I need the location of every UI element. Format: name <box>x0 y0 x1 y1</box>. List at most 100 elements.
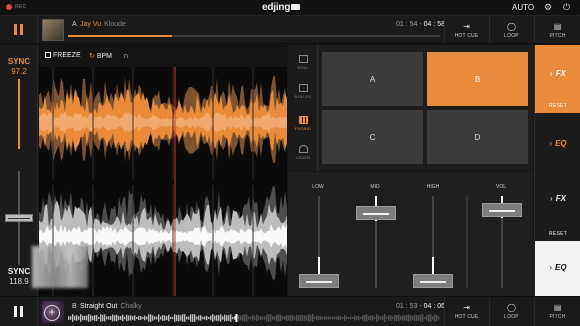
deck-b-eq-button[interactable]: › EQ <box>535 241 580 296</box>
overview-bar <box>76 315 78 321</box>
overview-bar <box>292 315 294 321</box>
deck-b-overview-waveform[interactable] <box>68 314 440 322</box>
overview-bar <box>178 314 180 322</box>
pad-mode-roll[interactable]: ROLL <box>288 55 318 70</box>
overview-bar <box>158 314 160 322</box>
pad-mode-fxgrid-label: FXGRID <box>294 126 312 131</box>
blurred-overlay <box>32 246 88 288</box>
overview-bar <box>200 315 202 321</box>
deck-a-artist: Kloude <box>104 21 126 28</box>
deck-b-reset-button[interactable]: RESET <box>535 231 580 237</box>
overview-bar <box>384 314 386 322</box>
deck-a-eq-button[interactable]: › EQ <box>535 115 580 171</box>
overview-bar <box>428 314 430 322</box>
overview-bar <box>142 316 144 320</box>
eq-low-knob[interactable] <box>299 273 339 288</box>
deck-b-hot-cue-button[interactable]: ⇥ HOT CUE <box>444 297 488 326</box>
overview-bar <box>86 315 88 321</box>
freeze-button[interactable]: FREEZE <box>45 52 81 59</box>
overview-bar <box>120 316 122 320</box>
deck-a-pitch-button[interactable]: ▤ PITCH <box>534 16 580 43</box>
overview-bar <box>390 315 392 321</box>
gear-icon[interactable]: ⚙ <box>544 2 552 13</box>
deck-b-play-pause-button[interactable] <box>0 297 38 326</box>
record-button[interactable]: REC <box>6 4 26 10</box>
pitch-label: PITCH <box>549 314 566 320</box>
overview-bar <box>406 314 408 322</box>
overview-bar <box>272 316 274 320</box>
chevron-right-icon: › <box>549 139 553 148</box>
overview-bar <box>360 316 362 320</box>
pad-c[interactable]: C <box>322 110 423 164</box>
overview-bar <box>326 316 328 320</box>
overview-bar <box>98 316 100 320</box>
overview-bar <box>310 314 312 322</box>
pad-d[interactable]: D <box>427 110 528 164</box>
overview-bar <box>408 314 410 322</box>
overview-bar <box>254 316 256 320</box>
overview-bar <box>340 316 342 320</box>
overview-bar <box>430 314 432 322</box>
overview-bar <box>400 316 402 320</box>
chevron-right-icon: › <box>549 263 553 272</box>
auto-button[interactable]: AUTO <box>512 3 534 12</box>
overview-bar <box>156 316 158 320</box>
eq-mid-knob[interactable] <box>356 205 396 220</box>
pad-b[interactable]: B <box>427 52 528 106</box>
power-icon[interactable]: ⏻ <box>563 2 570 13</box>
overview-bar <box>418 315 420 321</box>
overview-bar <box>344 315 346 321</box>
overview-bar <box>402 315 404 321</box>
deck-b-loop-button[interactable]: ◯ LOOP <box>489 297 533 326</box>
deck-a-play-pause-button[interactable] <box>0 16 38 43</box>
deck-b-time: 01 : 53 - 04 : 06 <box>396 303 445 310</box>
overview-bar <box>102 314 104 322</box>
overview-bar <box>270 314 272 322</box>
overview-bar <box>392 316 394 320</box>
overview-playhead[interactable] <box>235 314 238 322</box>
overview-bar <box>302 314 304 322</box>
overview-bar <box>288 315 290 321</box>
pad-a[interactable]: A <box>322 52 423 106</box>
overview-bar <box>314 316 316 320</box>
overview-bar <box>126 314 128 322</box>
overview-bar <box>136 316 138 320</box>
overview-bar <box>246 314 248 322</box>
deck-a-bpm: 97.2 <box>11 67 27 76</box>
deck-b-fx-label: FX <box>555 194 566 203</box>
pad-mode-rollfx[interactable]: ROLLFX <box>288 84 318 99</box>
overview-bar <box>128 315 130 321</box>
deck-a-reset-button[interactable]: RESET <box>535 103 580 113</box>
deck-b-fx-button[interactable]: › FX <box>535 173 580 225</box>
add-track-icon[interactable]: + <box>44 305 60 321</box>
overview-bar <box>150 314 152 322</box>
overview-bar <box>148 314 150 322</box>
overview-bar <box>88 314 90 322</box>
bpm-button[interactable]: ↻ BPM <box>89 52 112 60</box>
overview-bar <box>284 316 286 320</box>
overview-bar <box>84 315 86 321</box>
deck-a-sync-button[interactable]: SYNC <box>0 57 38 66</box>
eq-high-knob[interactable] <box>413 273 453 288</box>
pad-mode-louer[interactable]: LOUER <box>288 145 318 160</box>
deck-a-loop-button[interactable]: ◯ LOOP <box>489 16 533 43</box>
eq-vol-label: VOL <box>495 184 506 190</box>
overview-bar <box>218 315 220 321</box>
overview-bar <box>208 316 210 320</box>
deck-a-cover-art[interactable] <box>42 19 64 41</box>
pad-mode-rollfx-label: ROLLFX <box>294 94 312 99</box>
fxgrid-icon <box>298 116 308 124</box>
overview-bar <box>82 315 84 321</box>
eq-vol-knob[interactable] <box>482 202 522 217</box>
headphones-icon[interactable]: ∩ <box>123 51 129 60</box>
deck-b-pitch-button[interactable]: ▤ PITCH <box>534 297 580 326</box>
deck-a-hot-cue-button[interactable]: ⇥ HOT CUE <box>444 16 488 43</box>
pitch-slider-knob[interactable] <box>5 214 33 222</box>
pad-mode-fxgrid[interactable]: FXGRID <box>288 116 318 131</box>
overview-bar <box>436 314 438 322</box>
pause-icon <box>14 24 23 35</box>
deck-a-progress-bar[interactable] <box>68 35 440 37</box>
overview-bar <box>140 316 142 320</box>
pad-mode-louer-label: LOUER <box>295 155 311 160</box>
deck-a-pitch-track <box>18 79 20 149</box>
